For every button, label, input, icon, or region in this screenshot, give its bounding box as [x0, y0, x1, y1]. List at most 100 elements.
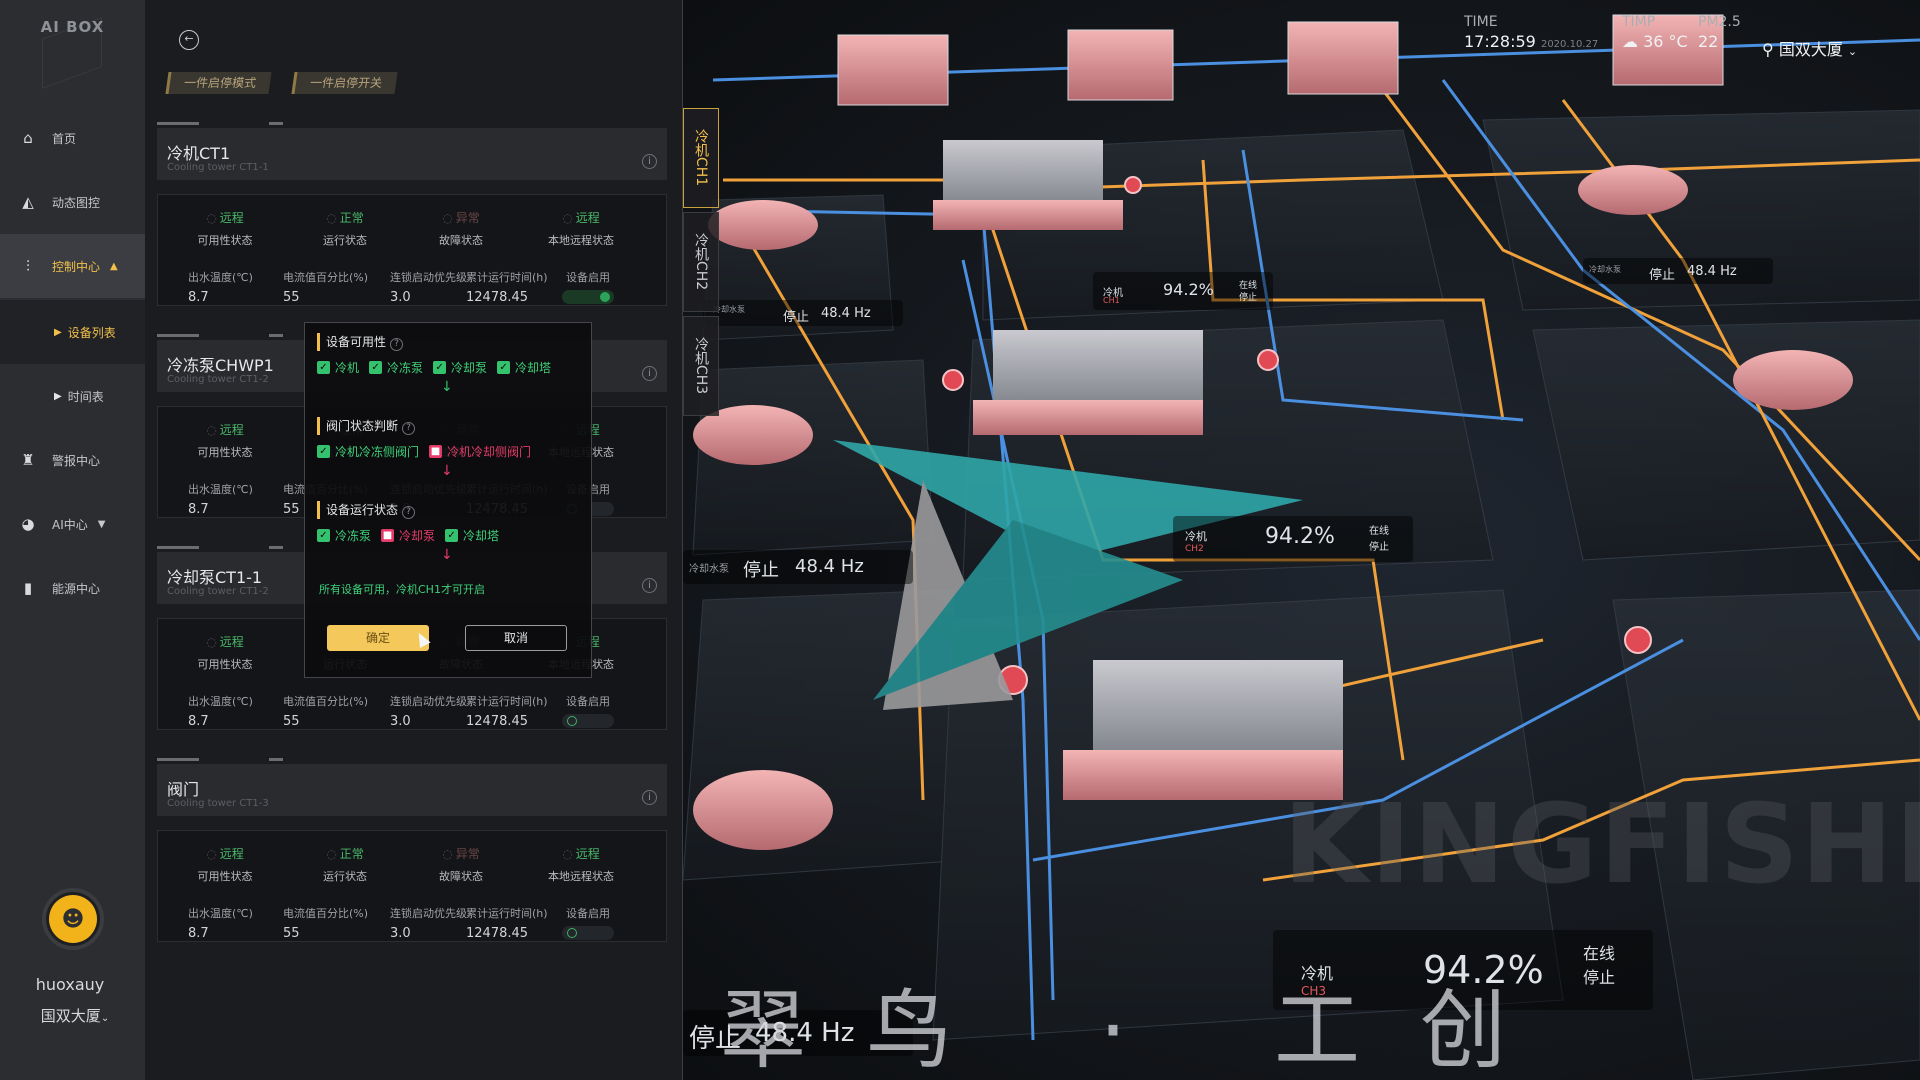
info-icon[interactable]: i: [642, 366, 657, 381]
checkbox-checked-icon[interactable]: ✓: [497, 361, 511, 374]
chiller-ch2-plate[interactable]: 冷机 CH2 94.2% 在线 停止: [1173, 516, 1413, 562]
pump-state: 停止: [1649, 268, 1676, 283]
status-text: 远程: [575, 847, 600, 861]
start-check-dialog: 设备可用性? ✓ 冷机 ✓ 冷冻泵 ✓ 冷却泵 ✓ 冷却塔 ↓ 阀门状态判断? ✓ 冷机冷…: [304, 322, 592, 678]
info-icon[interactable]: i: [642, 790, 657, 805]
status-label: 可用性状态: [197, 870, 253, 883]
building-name: 国双大厦: [40, 1007, 101, 1025]
arrow-down-icon: ↓: [441, 463, 453, 479]
device-name: 冷机CT1: [167, 144, 231, 163]
status-text: 远程: [575, 211, 600, 225]
device-subtitle: Cooling tower CT1-2: [167, 374, 269, 385]
checkbox-error-icon[interactable]: ■: [381, 529, 395, 542]
checkbox-checked-icon[interactable]: ✓: [317, 361, 330, 374]
info-icon[interactable]: i: [642, 154, 657, 169]
pump-frequency: 48.4 Hz: [795, 556, 864, 577]
chiller-label: 冷机: [1185, 530, 1207, 543]
enable-toggle[interactable]: [562, 714, 614, 728]
one-click-mode-button[interactable]: 一件启停模式: [165, 72, 272, 94]
chevron-down-icon: ⌄: [1847, 45, 1858, 58]
help-icon[interactable]: ?: [390, 338, 404, 351]
status-dot-icon: ◌: [562, 847, 573, 861]
nav-item-control-center[interactable]: ⫶ 控制中心 ▲: [0, 234, 145, 298]
toggle-knob: [567, 928, 577, 938]
enable-toggle[interactable]: [562, 290, 614, 304]
back-button[interactable]: ←: [179, 30, 199, 50]
nav-item-alarm-center[interactable]: ♜ 警报中心: [0, 428, 145, 492]
metric-value: 3.0: [390, 714, 411, 729]
nav-item-dynamic-chart[interactable]: ◭ 动态图控: [0, 170, 145, 234]
location-select[interactable]: ⚲ 国双大厦 ⌄: [1762, 34, 1857, 60]
chiller-ch1-plate[interactable]: 冷机 CH1 94.2% 在线 停止: [1093, 272, 1273, 310]
nav-item-device-list[interactable]: ▶ 设备列表: [0, 300, 145, 364]
logo: AI BOX: [0, 0, 145, 90]
status-value: ◌异常: [406, 845, 516, 862]
metric-label: 出水温度(℃): [188, 483, 253, 496]
nav-item-ai-center[interactable]: ◕ AI中心 ▼: [0, 492, 145, 556]
section-title: 设备运行状态: [326, 503, 399, 517]
device-header[interactable]: 阀门 Cooling tower CT1-3 i: [157, 758, 667, 816]
metric-value: 55: [283, 714, 300, 729]
nav-item-label: 首页: [52, 131, 77, 146]
status-item: ◌ 远程可用性状态: [170, 209, 280, 248]
checkbox-checked-icon[interactable]: ✓: [445, 529, 459, 542]
building-select[interactable]: 国双大厦⌄: [0, 1005, 150, 1026]
chevron-down-icon: ⌄: [100, 1013, 110, 1024]
chiller-state-online: 在线: [1369, 526, 1389, 537]
temp-value: 36 °C: [1643, 32, 1688, 51]
nav-item-home[interactable]: ⌂ 首页: [0, 106, 145, 170]
help-icon[interactable]: ?: [402, 422, 416, 435]
section-title: 阀门状态判断: [326, 419, 399, 433]
tab-chiller-ch2[interactable]: 冷机CH2: [683, 212, 719, 312]
status-dot-icon: ◌: [206, 635, 217, 649]
pump-readout-3[interactable]: 冷却水泵 停止 48.4 Hz: [1583, 258, 1773, 284]
nav-item-energy-center[interactable]: ▮ 能源中心: [0, 556, 145, 620]
user-icon: ☻: [49, 895, 97, 943]
status-label: 故障状态: [439, 234, 483, 247]
one-click-switch-button[interactable]: 一件启停开关: [291, 72, 398, 94]
nav-item-label: AI中心: [52, 517, 88, 532]
tab-chiller-ch3[interactable]: 冷机CH3: [683, 316, 719, 416]
checkbox-checked-icon[interactable]: ✓: [317, 445, 330, 458]
help-icon[interactable]: ?: [402, 506, 416, 519]
enable-toggle[interactable]: [562, 926, 614, 940]
header-decoration: [157, 334, 199, 337]
nav-item-schedule[interactable]: ▶ 时间表: [0, 364, 145, 428]
pump-readout-2[interactable]: 冷却水泵 停止 48.4 Hz: [683, 550, 913, 584]
info-icon[interactable]: i: [642, 578, 657, 593]
header-decoration: [269, 122, 283, 125]
status-label: 可用性状态: [197, 234, 253, 247]
status-text: 远程: [219, 635, 244, 649]
device-header[interactable]: 冷机CT1 Cooling tower CT1-1 i: [157, 122, 667, 180]
checkbox-checked-icon[interactable]: ✓: [433, 361, 447, 374]
status-value: ◌远程: [526, 845, 636, 862]
status-label: 故障状态: [439, 870, 483, 883]
checkbox-checked-icon[interactable]: ✓: [317, 529, 330, 542]
status-item: ◌异常故障状态: [406, 209, 516, 248]
metric-label: 出水温度(℃): [188, 695, 253, 708]
status-dot-icon: ◌: [206, 847, 217, 861]
checkbox-checked-icon[interactable]: ✓: [369, 361, 383, 374]
status-value: ◌远程: [170, 209, 280, 226]
status-text: 远程: [219, 211, 244, 225]
option-cooling-tower: 冷却塔: [463, 529, 500, 543]
pump-caption: 冷却水泵: [1589, 265, 1621, 274]
status-dot-icon: ◌: [562, 211, 573, 225]
pump-readout-1[interactable]: 冷却水泵 停止 48.4 Hz: [703, 300, 903, 326]
section-title: 设备可用性: [326, 335, 387, 349]
cancel-button[interactable]: 取消: [465, 625, 567, 651]
metric-value: 55: [283, 290, 300, 305]
temperature-readout: TIMP ☁ 36 °C: [1622, 14, 1688, 51]
header-decoration: [269, 758, 283, 761]
metric-label: 连锁启动优先级: [390, 271, 467, 284]
device-subtitle: Cooling tower CT1-1: [167, 162, 269, 173]
checkbox-error-icon[interactable]: ■: [429, 445, 443, 458]
header-decoration: [269, 334, 283, 337]
plant-3d-view[interactable]: 冷机 CH1 94.2% 在线 停止 冷机 CH2 94.2% 在线 停止 冷机…: [683, 0, 1920, 1080]
avatar[interactable]: ☻: [42, 888, 104, 950]
device-card: ◌远程可用性状态◌正常运行状态◌异常故障状态◌远程本地远程状态出水温度(℃)电流…: [157, 194, 667, 306]
device-card: ◌远程可用性状态◌正常运行状态◌异常故障状态◌远程本地远程状态出水温度(℃)电流…: [157, 830, 667, 942]
pump-frequency: 48.4 Hz: [1687, 264, 1737, 279]
status-text: 异常: [455, 211, 480, 225]
tab-chiller-ch1[interactable]: 冷机CH1: [683, 108, 719, 208]
